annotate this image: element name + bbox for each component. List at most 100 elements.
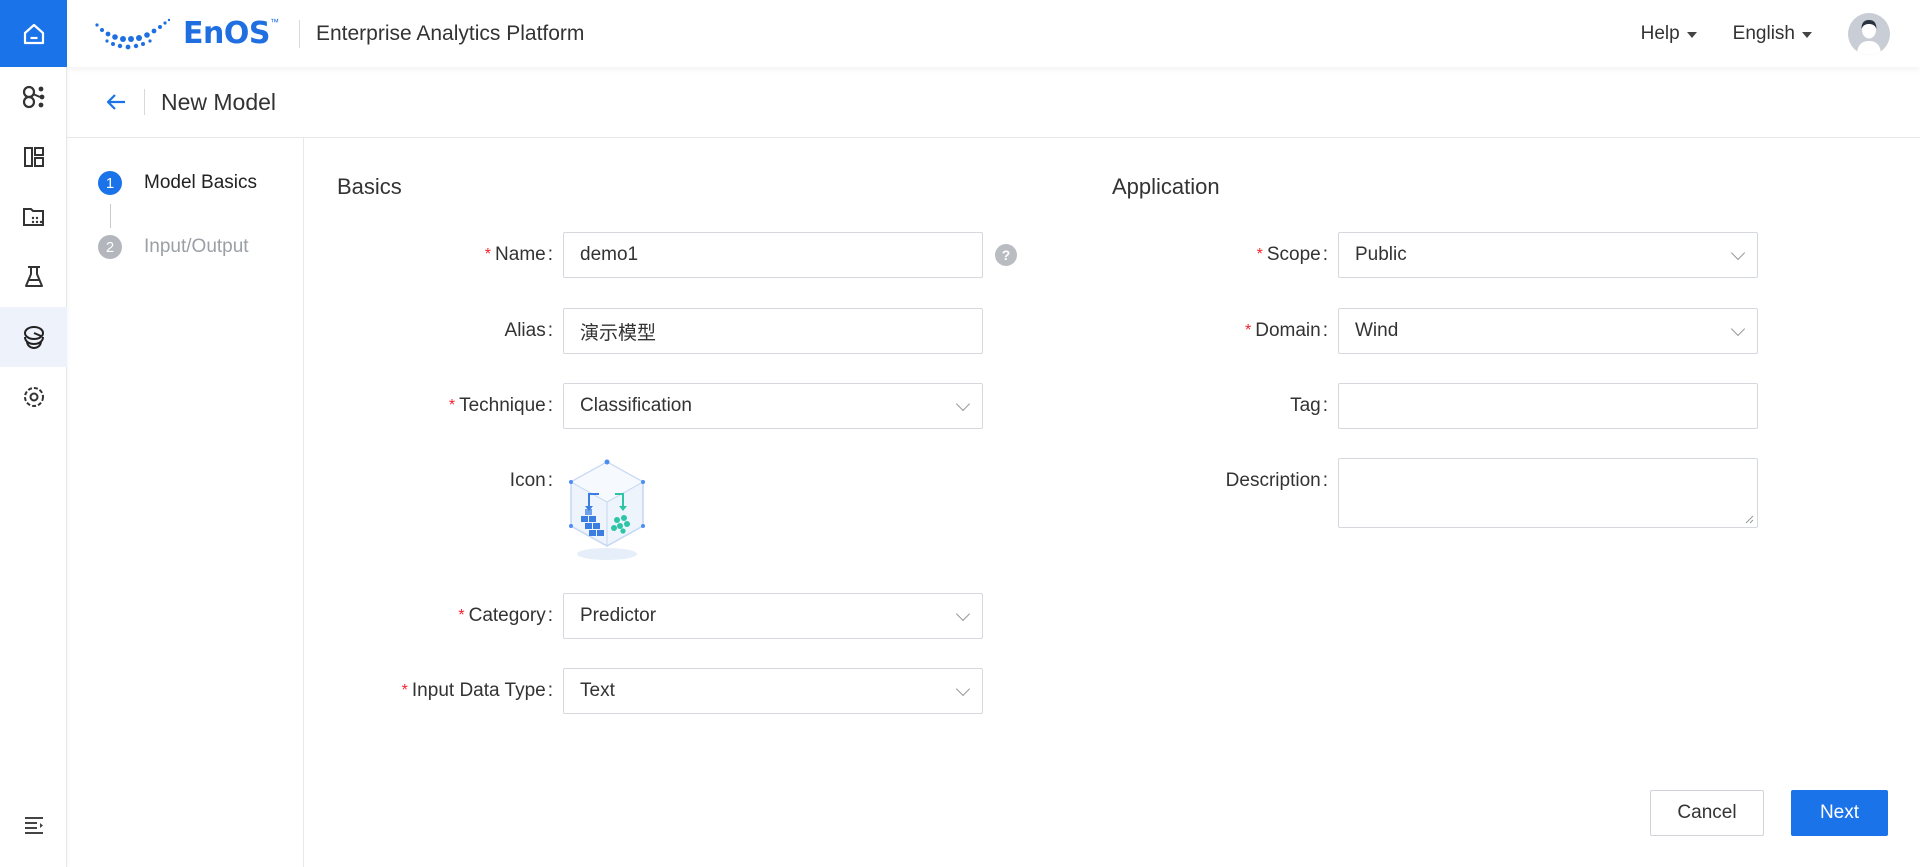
- icon-field-row: Icon:: [337, 458, 649, 562]
- step-model-basics[interactable]: 1 Model Basics: [98, 171, 257, 195]
- domain-label: * Domain:: [1112, 320, 1328, 342]
- rail-item-lab[interactable]: [0, 247, 67, 307]
- tag-input[interactable]: [1338, 383, 1758, 429]
- cube-model-icon: [569, 459, 645, 560]
- caret-down-icon: [1802, 31, 1812, 38]
- label-colon: :: [547, 470, 553, 491]
- help-question-icon[interactable]: ?: [995, 244, 1017, 266]
- step-number: 1: [98, 171, 122, 195]
- left-nav-rail: [0, 0, 67, 867]
- category-field-row: * Category: Predictor: [337, 593, 983, 639]
- label-colon: :: [547, 320, 553, 341]
- name-input[interactable]: demo1: [563, 232, 983, 278]
- description-label: Description:: [1112, 458, 1328, 504]
- user-avatar-icon: [1848, 12, 1890, 55]
- input-data-type-select-value: Text: [580, 680, 615, 701]
- icon-label: Icon:: [337, 458, 553, 504]
- rail-item-models[interactable]: [0, 307, 67, 367]
- input-data-type-label-text: Input Data Type: [411, 680, 546, 701]
- description-label-text: Description: [1225, 470, 1321, 491]
- required-marker: *: [401, 682, 408, 699]
- arrow-left-icon: [106, 94, 125, 110]
- alias-label: Alias:: [337, 320, 553, 342]
- help-menu[interactable]: Help: [1641, 23, 1697, 45]
- page-header: New Model: [67, 67, 1920, 138]
- header-actions: Help English: [1641, 12, 1890, 55]
- category-select[interactable]: Predictor: [563, 593, 983, 639]
- dashboard-icon: [23, 147, 44, 167]
- logo-dots-icon: [95, 18, 171, 49]
- back-button[interactable]: [102, 88, 130, 116]
- step-connector: [110, 204, 111, 228]
- resize-handle-icon[interactable]: [1745, 515, 1754, 524]
- chevron-down-icon: [1730, 245, 1746, 261]
- technique-field-row: * Technique: Classification: [337, 383, 983, 429]
- name-label-text: Name: [495, 244, 546, 265]
- wizard-steps: 1 Model Basics 2 Input/Output: [67, 138, 304, 867]
- technique-select[interactable]: Classification: [563, 383, 983, 429]
- label-colon: :: [547, 395, 553, 416]
- step-label: Model Basics: [144, 172, 257, 193]
- collapse-nav-button[interactable]: [0, 805, 67, 845]
- alias-label-text: Alias: [504, 320, 546, 341]
- chevron-down-icon: [955, 606, 971, 622]
- rail-item-settings[interactable]: [0, 367, 67, 427]
- cancel-button[interactable]: Cancel: [1650, 790, 1764, 836]
- technique-select-value: Classification: [580, 395, 692, 416]
- home-button[interactable]: [0, 0, 67, 67]
- scope-label-text: Scope: [1266, 244, 1321, 265]
- domain-select[interactable]: Wind: [1338, 308, 1758, 354]
- tag-field-row: Tag:: [1112, 383, 1758, 429]
- page-title: New Model: [161, 88, 277, 115]
- step-number: 2: [98, 235, 122, 259]
- tag-label-text: Tag: [1290, 395, 1321, 416]
- enos-logo[interactable]: EnOS ™: [93, 0, 279, 67]
- language-menu[interactable]: English: [1733, 23, 1812, 45]
- title-divider: [144, 89, 145, 115]
- domain-label-text: Domain: [1255, 320, 1321, 341]
- category-label-text: Category: [468, 605, 546, 626]
- input-data-type-label: * Input Data Type:: [337, 680, 553, 702]
- language-menu-label: English: [1732, 22, 1795, 44]
- scope-select[interactable]: Public: [1338, 232, 1758, 278]
- name-label: * Name:: [337, 244, 553, 266]
- flask-icon: [24, 266, 43, 287]
- description-field-row: Description:: [1112, 458, 1758, 528]
- input-data-type-select[interactable]: Text: [563, 668, 983, 714]
- category-select-value: Predictor: [580, 605, 657, 626]
- tag-label: Tag:: [1112, 395, 1328, 417]
- next-button[interactable]: Next: [1791, 790, 1888, 836]
- label-colon: :: [1322, 320, 1328, 341]
- chevron-down-icon: [955, 396, 971, 412]
- label-colon: :: [1322, 395, 1328, 416]
- category-label: * Category:: [337, 605, 553, 627]
- platform-title: Enterprise Analytics Platform: [315, 21, 585, 45]
- chevron-down-icon: [1730, 321, 1746, 337]
- scope-select-value: Public: [1355, 244, 1407, 265]
- description-textarea[interactable]: [1338, 458, 1758, 528]
- help-menu-label: Help: [1640, 22, 1680, 44]
- brand-trademark: ™: [269, 16, 279, 27]
- scope-label: * Scope:: [1112, 244, 1328, 266]
- user-avatar[interactable]: [1848, 12, 1890, 55]
- model-hub-icon: [23, 326, 44, 350]
- rail-item-data[interactable]: [0, 187, 67, 247]
- domain-field-row: * Domain: Wind: [1112, 308, 1758, 354]
- alias-input[interactable]: 演示模型: [563, 308, 983, 354]
- rail-item-dashboard[interactable]: [0, 127, 67, 187]
- collapse-menu-icon: [24, 817, 43, 834]
- icon-label-text: Icon: [509, 470, 546, 491]
- top-header: EnOS ™ Enterprise Analytics Platform Help…: [67, 0, 1920, 67]
- step-label: Input/Output: [144, 236, 249, 257]
- basics-section-title: Basics: [337, 174, 402, 199]
- home-icon: [23, 23, 44, 44]
- model-icon-picker[interactable]: [565, 458, 649, 562]
- label-colon: :: [547, 244, 553, 265]
- application-section-title: Application: [1112, 174, 1220, 199]
- brain-network-icon: [22, 85, 44, 109]
- required-marker: *: [448, 397, 456, 414]
- rail-item-ai-hub[interactable]: [0, 67, 67, 127]
- required-marker: *: [1245, 322, 1252, 339]
- step-input-output[interactable]: 2 Input/Output: [98, 235, 249, 259]
- label-colon: :: [547, 605, 553, 626]
